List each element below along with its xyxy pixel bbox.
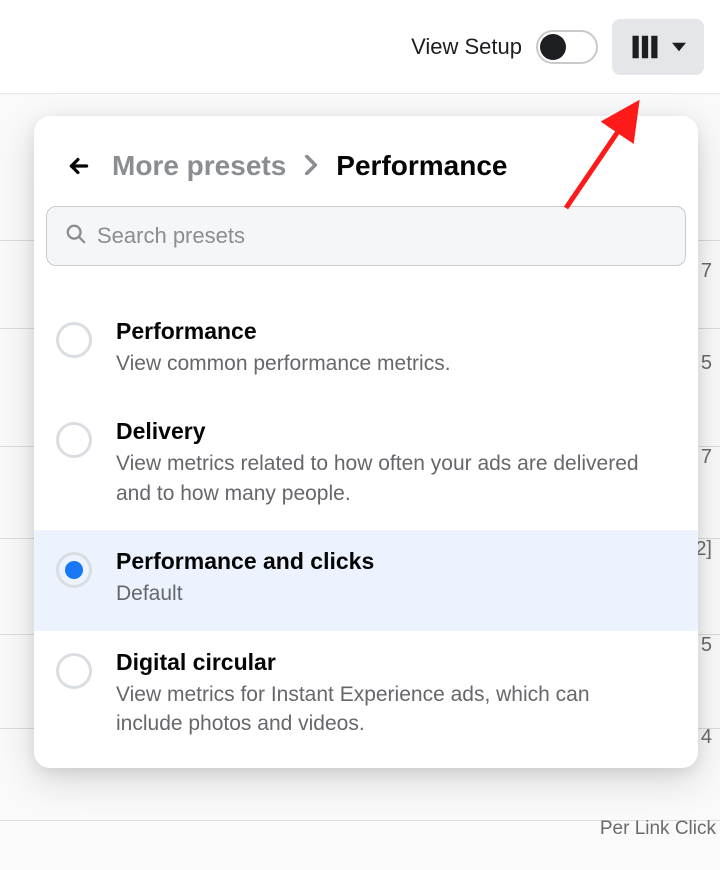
chevron-right-icon (304, 151, 318, 182)
search-icon (65, 223, 87, 250)
radio-unchecked (56, 322, 92, 358)
breadcrumb-current: Performance (336, 150, 507, 182)
view-setup-label: View Setup (411, 34, 522, 60)
presets-popover: More presets Performance Performance Vie… (34, 116, 698, 768)
preset-desc: View common performance metrics. (116, 349, 451, 378)
columns-icon (630, 32, 660, 62)
preset-title: Digital circular (116, 649, 656, 676)
preset-desc: View metrics for Instant Experience ads,… (116, 680, 656, 739)
view-setup-toggle[interactable] (536, 30, 598, 64)
breadcrumb-parent[interactable]: More presets (112, 150, 286, 182)
preset-performance[interactable]: Performance View common performance metr… (34, 300, 698, 400)
preset-performance-and-clicks[interactable]: Performance and clicks Default (34, 530, 698, 630)
search-input[interactable] (97, 223, 667, 249)
columns-button[interactable] (612, 19, 704, 75)
preset-title: Delivery (116, 418, 656, 445)
preset-title: Performance (116, 318, 451, 345)
back-button[interactable] (64, 151, 94, 181)
radio-unchecked (56, 422, 92, 458)
preset-digital-circular[interactable]: Digital circular View metrics for Instan… (34, 631, 698, 761)
preset-desc: Default (116, 579, 374, 608)
top-toolbar: View Setup (0, 0, 720, 94)
preset-list: Performance View common performance metr… (34, 274, 698, 760)
search-presets-field[interactable] (46, 206, 686, 266)
radio-unchecked (56, 653, 92, 689)
preset-desc: View metrics related to how often your a… (116, 449, 656, 508)
preset-title: Performance and clicks (116, 548, 374, 575)
toggle-knob (540, 34, 566, 60)
radio-checked (56, 552, 92, 588)
chevron-down-icon (672, 40, 686, 54)
breadcrumb: More presets Performance (34, 116, 698, 206)
preset-delivery[interactable]: Delivery View metrics related to how oft… (34, 400, 698, 530)
